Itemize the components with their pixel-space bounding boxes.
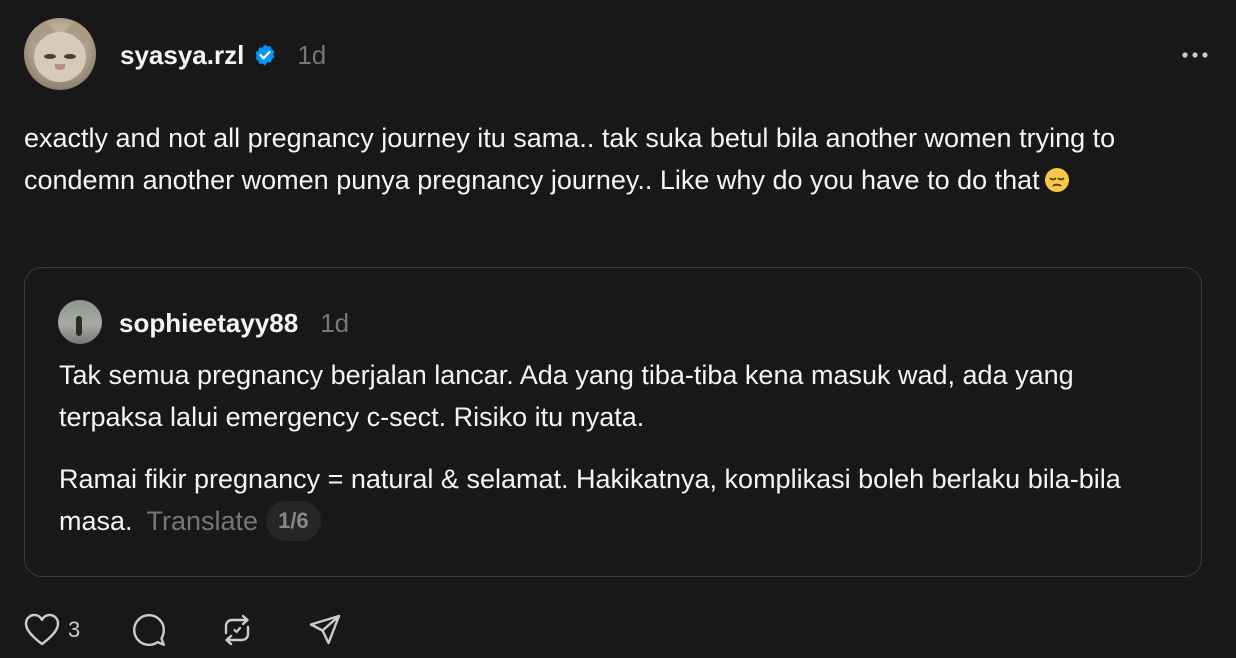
verified-badge-icon bbox=[255, 44, 275, 66]
quoted-paragraph-2: Ramai fikir pregnancy = natural & selama… bbox=[59, 458, 1179, 542]
like-button[interactable]: 3 bbox=[24, 613, 80, 647]
comment-icon bbox=[133, 614, 166, 646]
comment-button[interactable] bbox=[132, 613, 166, 647]
more-icon bbox=[1182, 52, 1208, 58]
translate-link[interactable]: Translate bbox=[147, 506, 259, 536]
heart-icon bbox=[24, 613, 60, 646]
repost-button[interactable] bbox=[220, 613, 254, 647]
username[interactable]: syasya.rzl bbox=[120, 40, 244, 71]
quoted-post-header: sophieetayy88 1d bbox=[119, 306, 349, 340]
pensive-face-emoji-icon bbox=[1044, 168, 1069, 192]
avatar[interactable] bbox=[24, 18, 96, 90]
thread-post: syasya.rzl 1d exactly and not all pregna… bbox=[0, 0, 1236, 658]
post-text: exactly and not all pregnancy journey it… bbox=[24, 117, 1214, 201]
repost-icon bbox=[225, 614, 250, 646]
quoted-username[interactable]: sophieetayy88 bbox=[119, 308, 298, 339]
quoted-timestamp: 1d bbox=[320, 307, 350, 338]
quoted-avatar[interactable] bbox=[58, 300, 102, 344]
quoted-post[interactable]: sophieetayy88 1d Tak semua pregnancy ber… bbox=[24, 267, 1202, 577]
post-text-content: exactly and not all pregnancy journey it… bbox=[24, 123, 1116, 195]
share-button[interactable] bbox=[308, 613, 342, 647]
like-count: 3 bbox=[68, 617, 81, 642]
post-timestamp: 1d bbox=[297, 39, 327, 70]
post-actions: 3 bbox=[24, 610, 342, 650]
page-indicator-badge: 1/6 bbox=[266, 501, 321, 541]
quoted-paragraph-1: Tak semua pregnancy berjalan lancar. Ada… bbox=[59, 360, 1074, 432]
more-options-button[interactable] bbox=[1180, 42, 1210, 68]
post-header: syasya.rzl 1d bbox=[120, 38, 326, 72]
share-icon bbox=[310, 614, 341, 645]
